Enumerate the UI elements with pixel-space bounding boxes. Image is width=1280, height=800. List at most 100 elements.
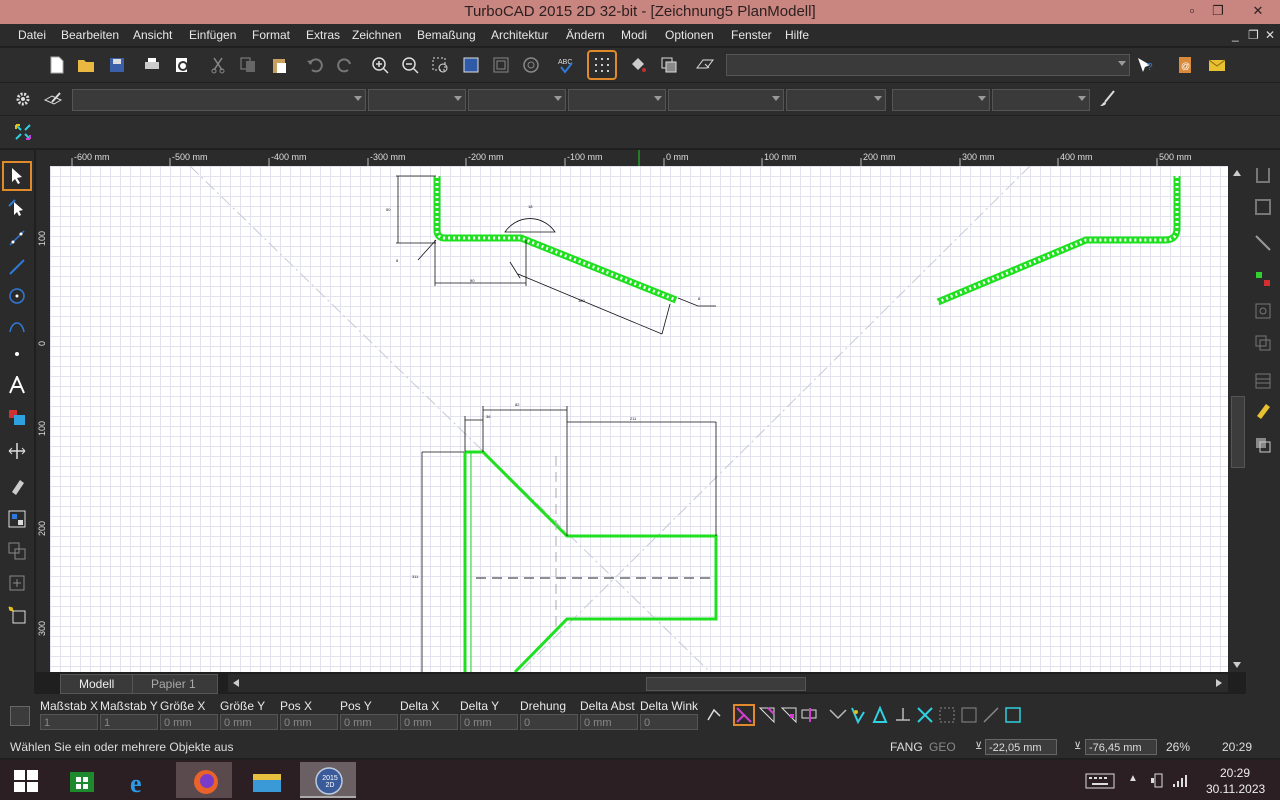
print-button[interactable] (139, 52, 165, 78)
start-button[interactable] (0, 762, 56, 798)
command-combo[interactable] (726, 54, 1130, 76)
zoom-window-button[interactable] (427, 52, 453, 78)
point-tool-button[interactable] (4, 341, 30, 367)
tab-model[interactable]: Modell (60, 674, 142, 694)
menu-bemassung[interactable]: Bemaßung (417, 28, 476, 42)
menu-format[interactable]: Format (252, 28, 290, 42)
text-tool-button[interactable] (4, 372, 30, 398)
block-tool-button[interactable] (4, 506, 30, 532)
taskbar-ie[interactable]: e (116, 762, 172, 798)
zoom-out-button[interactable] (397, 52, 423, 78)
right-tool-2[interactable] (1250, 194, 1276, 220)
right-tool-3[interactable] (1250, 230, 1276, 256)
geo-toggle[interactable]: GEO (929, 738, 956, 756)
right-tool-6[interactable] (1250, 330, 1276, 356)
menu-bearbeiten[interactable]: Bearbeiten (61, 28, 119, 42)
delta-angle-field[interactable]: 0 (640, 714, 698, 730)
delta-distance-field[interactable]: 0 mm (580, 714, 638, 730)
close-button[interactable]: ✕ (1238, 0, 1278, 22)
scroll-up-arrow[interactable] (1233, 170, 1241, 176)
settings-button[interactable] (10, 86, 36, 112)
scale-combo[interactable] (786, 89, 886, 111)
menu-einfuegen[interactable]: Einfügen (189, 28, 236, 42)
scale-x-field[interactable]: 1 (40, 714, 98, 730)
vertical-scrollbar[interactable] (1228, 166, 1246, 672)
grid-toggle-button[interactable] (587, 50, 617, 80)
menu-architektur[interactable]: Architektur (491, 28, 548, 42)
print-preview-button[interactable] (169, 52, 195, 78)
taskbar-turbocad[interactable]: 2015 2D (300, 762, 356, 798)
drawing-canvas[interactable]: 50 8 90 180 18 8 311 36 82 211 (50, 166, 1228, 672)
mdi-minimize-button[interactable]: _ (1232, 28, 1239, 42)
wizard-tool-button[interactable] (4, 602, 30, 628)
undo-button[interactable] (302, 52, 328, 78)
text-size-combo[interactable] (992, 89, 1090, 111)
mdi-restore-button[interactable]: ❐ (1248, 28, 1259, 42)
layers-button[interactable] (656, 52, 682, 78)
right-tool-7[interactable] (1250, 368, 1276, 394)
zoom-in-button[interactable] (367, 52, 393, 78)
tray-expand-icon[interactable]: ▲ (1128, 773, 1138, 784)
clock-date[interactable]: 30.11.2023 (1206, 782, 1265, 796)
restore-button[interactable]: ❐ (1198, 0, 1238, 22)
redo-button[interactable] (332, 52, 358, 78)
delta-x-field[interactable]: 0 mm (400, 714, 458, 730)
right-tool-5[interactable] (1250, 298, 1276, 324)
cut-button[interactable] (205, 52, 231, 78)
y-coordinate-field[interactable]: -76,45 mm (1085, 739, 1157, 755)
lineweight-combo[interactable] (568, 89, 666, 111)
fang-toggle[interactable]: FANG (890, 738, 923, 756)
taskbar-firefox[interactable] (176, 762, 232, 798)
battery-icon[interactable] (1150, 772, 1166, 788)
curve-tool-button[interactable] (4, 312, 30, 338)
font-combo[interactable] (892, 89, 990, 111)
properties-button[interactable] (625, 52, 651, 78)
layer-settings-button[interactable] (40, 86, 66, 112)
size-y-field[interactable]: 0 mm (220, 714, 278, 730)
menu-hilfe[interactable]: Hilfe (785, 28, 809, 42)
menu-fenster[interactable]: Fenster (731, 28, 772, 42)
edit-tool-button[interactable] (4, 194, 30, 220)
menu-extras[interactable]: Extras (306, 28, 340, 42)
right-tool-4[interactable] (1250, 266, 1276, 292)
menu-zeichnen[interactable]: Zeichnen (352, 28, 401, 42)
mdi-close-button[interactable]: ✕ (1265, 28, 1275, 42)
snap-modes-button[interactable] (10, 119, 36, 145)
right-tool-9[interactable] (1250, 432, 1276, 458)
send-mail-button[interactable] (1204, 52, 1230, 78)
taskbar-explorer[interactable] (238, 762, 294, 798)
menu-modi[interactable]: Modi (621, 28, 647, 42)
spell-check-button[interactable]: ABC (553, 52, 579, 78)
scroll-down-arrow[interactable] (1233, 662, 1241, 668)
keyboard-icon[interactable] (1085, 772, 1115, 790)
menu-optionen[interactable]: Optionen (665, 28, 714, 42)
pattern-combo[interactable] (668, 89, 784, 111)
network-signal-icon[interactable] (1172, 772, 1188, 788)
scroll-right-arrow[interactable] (1216, 679, 1222, 687)
scroll-left-arrow[interactable] (233, 679, 239, 687)
line-tool-button[interactable] (4, 225, 30, 251)
redraw-button[interactable] (518, 52, 544, 78)
single-line-tool-button[interactable] (4, 254, 30, 280)
zoom-extents-button[interactable] (458, 52, 484, 78)
eraser-tool-button[interactable] (4, 474, 30, 500)
save-button[interactable] (104, 52, 130, 78)
horizontal-scrollbar[interactable] (228, 674, 1228, 692)
brush-button[interactable] (1094, 86, 1120, 112)
scale-y-field[interactable]: 1 (100, 714, 158, 730)
menu-aendern[interactable]: Ändern (566, 28, 605, 42)
inspector-toggle[interactable] (10, 706, 30, 726)
linetype-combo[interactable] (468, 89, 566, 111)
dimension-tool-button[interactable] (4, 438, 30, 464)
right-tool-8[interactable] (1250, 398, 1276, 424)
circle-tool-button[interactable] (4, 283, 30, 309)
workplane-button[interactable] (692, 52, 718, 78)
group-tool-button[interactable] (4, 538, 30, 564)
clock-time[interactable]: 20:29 (1220, 766, 1250, 780)
delta-y-field[interactable]: 0 mm (460, 714, 518, 730)
x-coordinate-field[interactable]: -22,05 mm (985, 739, 1057, 755)
layer-combo[interactable] (72, 89, 366, 111)
vertical-scroll-thumb[interactable] (1231, 396, 1245, 468)
new-file-button[interactable] (44, 52, 70, 78)
menu-ansicht[interactable]: Ansicht (133, 28, 172, 42)
